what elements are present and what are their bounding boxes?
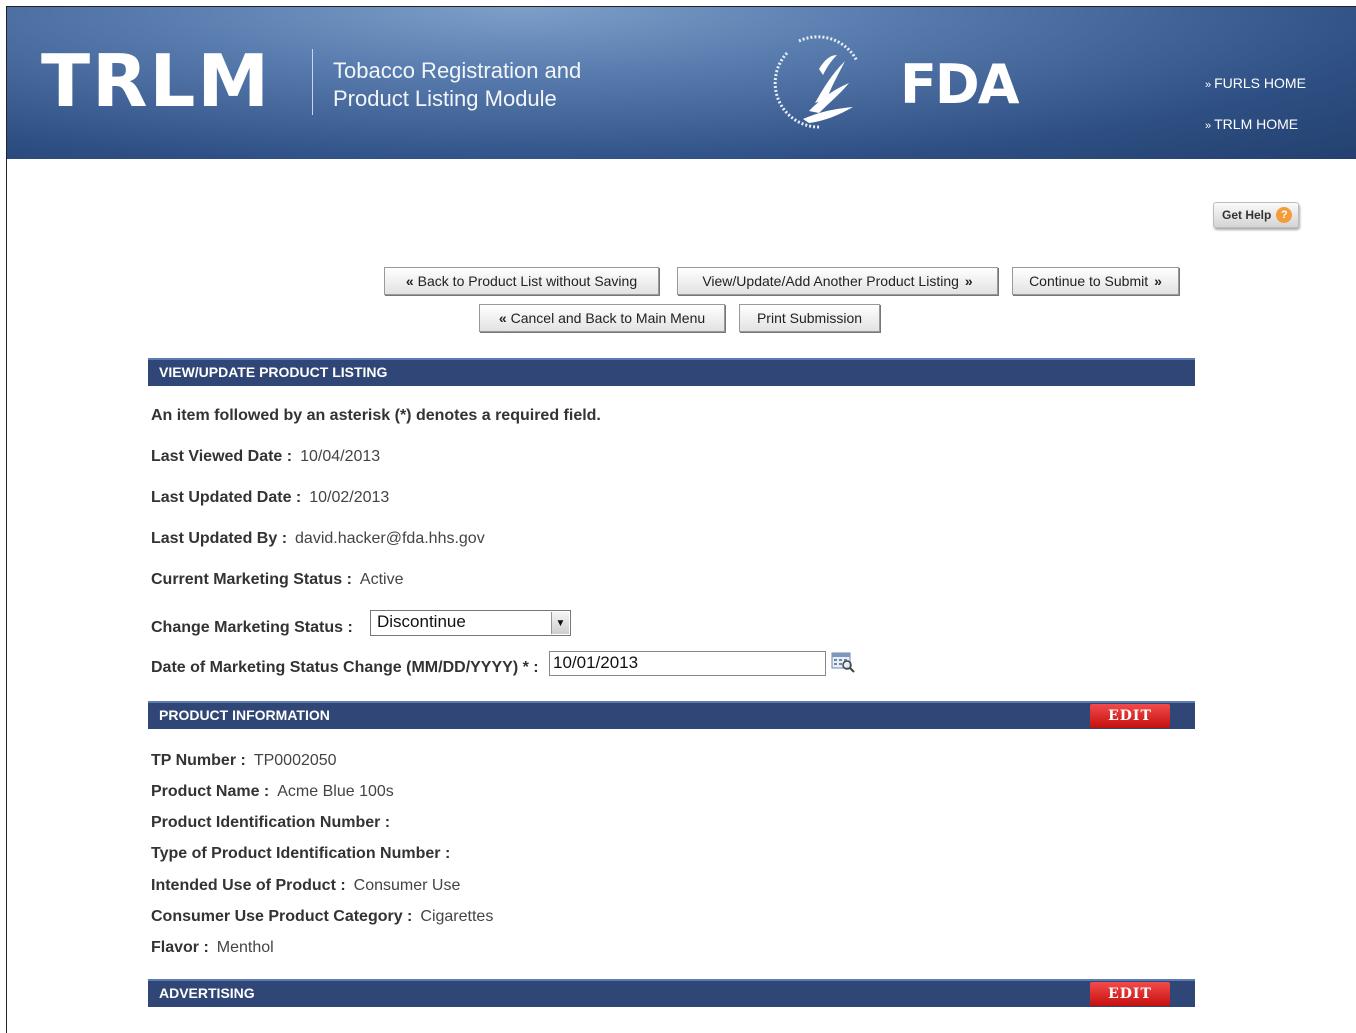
furls-home-link[interactable]: » FURLS HOME: [1205, 75, 1306, 91]
section-view-update-listing: VIEW/UPDATE PRODUCT LISTING: [148, 358, 1195, 386]
get-help-label: Get Help: [1222, 208, 1272, 222]
raquo-icon: »: [1205, 120, 1212, 132]
double-left-arrow-icon: «: [405, 273, 414, 289]
section-title: PRODUCT INFORMATION: [159, 707, 330, 723]
back-to-product-list-button[interactable]: « Back to Product List without Saving: [384, 267, 659, 295]
consumer-use-category: Consumer Use Product Category : Cigarette…: [151, 908, 494, 925]
section-product-information: PRODUCT INFORMATION EDIT: [148, 701, 1195, 729]
question-icon: ?: [1276, 207, 1293, 223]
subtitle-line2: Product Listing Module: [333, 86, 557, 111]
status-change-date-input[interactable]: 10/01/2013: [549, 651, 826, 676]
intended-use: Intended Use of Product : Consumer Use: [151, 877, 461, 894]
dropdown-arrow-icon[interactable]: ▼: [551, 612, 569, 634]
cancel-back-main-menu-button[interactable]: « Cancel and Back to Main Menu: [479, 304, 725, 332]
double-left-arrow-icon: «: [498, 310, 507, 326]
edit-advertising-button[interactable]: EDIT: [1090, 982, 1170, 1006]
get-help-button[interactable]: Get Help ?: [1213, 202, 1300, 228]
header-subtitle: Tobacco Registration and Product Listing…: [333, 57, 581, 113]
flavor: Flavor : Menthol: [151, 939, 274, 956]
trlm-home-link[interactable]: » TRLM HOME: [1205, 116, 1298, 132]
last-viewed-date: Last Viewed Date :10/04/2013: [151, 448, 381, 465]
double-right-arrow-icon: »: [1154, 273, 1162, 289]
hhs-seal-icon: [773, 35, 859, 129]
product-identification-type: Type of Product Identification Number :: [151, 845, 451, 862]
fda-logo: FDA: [900, 53, 1020, 116]
required-field-note: An item followed by an asterisk (*) deno…: [151, 407, 601, 424]
last-updated-by: Last Updated By : david.hacker@fda.hhs.go…: [151, 530, 485, 547]
edit-product-info-button[interactable]: EDIT: [1090, 704, 1170, 728]
header-banner: TRLM Tobacco Registration and Product Li…: [7, 7, 1356, 159]
print-submission-button[interactable]: Print Submission: [739, 304, 880, 332]
section-title: ADVERTISING: [159, 985, 255, 1001]
tp-number: TP Number : TP0002050: [151, 752, 337, 769]
double-right-arrow-icon: »: [964, 273, 973, 289]
section-advertising: ADVERTISING EDIT: [148, 979, 1195, 1007]
page-frame: TRLM Tobacco Registration and Product Li…: [6, 6, 1356, 1033]
section-title: VIEW/UPDATE PRODUCT LISTING: [159, 364, 388, 380]
change-marketing-status-label: Change Marketing Status :: [151, 619, 353, 636]
last-updated-date: Last Updated Date :10/02/2013: [151, 489, 390, 506]
logo-divider: [312, 49, 313, 115]
continue-to-submit-button[interactable]: Continue to Submit »: [1012, 267, 1179, 295]
status-change-date-label: Date of Marketing Status Change (MM/DD/Y…: [151, 659, 539, 676]
current-marketing-status: Current Marketing Status : Active: [151, 571, 404, 588]
product-identification-number: Product Identification Number :: [151, 814, 391, 831]
subtitle-line1: Tobacco Registration and: [333, 58, 582, 83]
marketing-status-select[interactable]: Discontinue ▼: [370, 610, 571, 636]
calendar-icon[interactable]: [831, 651, 855, 673]
trlm-logo: TRLM: [41, 39, 272, 123]
product-name: Product Name : Acme Blue 100s: [151, 783, 394, 800]
raquo-icon: »: [1205, 79, 1212, 91]
view-update-add-listing-button[interactable]: View/Update/Add Another Product Listing …: [677, 267, 998, 295]
